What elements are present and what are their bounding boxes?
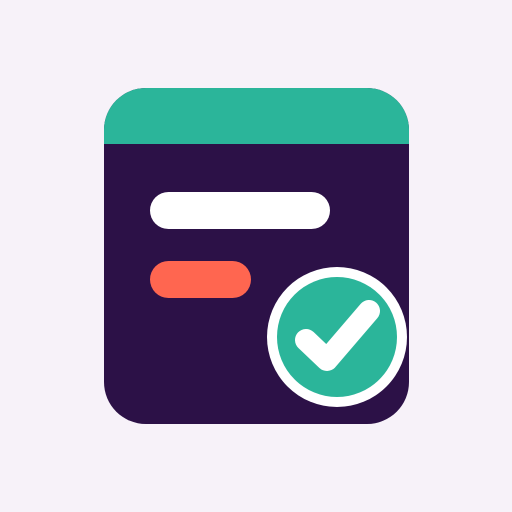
card-header (104, 88, 409, 144)
text-line-primary (150, 192, 330, 229)
icon-canvas (0, 0, 512, 512)
text-line-secondary (150, 261, 251, 298)
checkmark-badge (267, 267, 407, 407)
app-icon (0, 0, 512, 512)
